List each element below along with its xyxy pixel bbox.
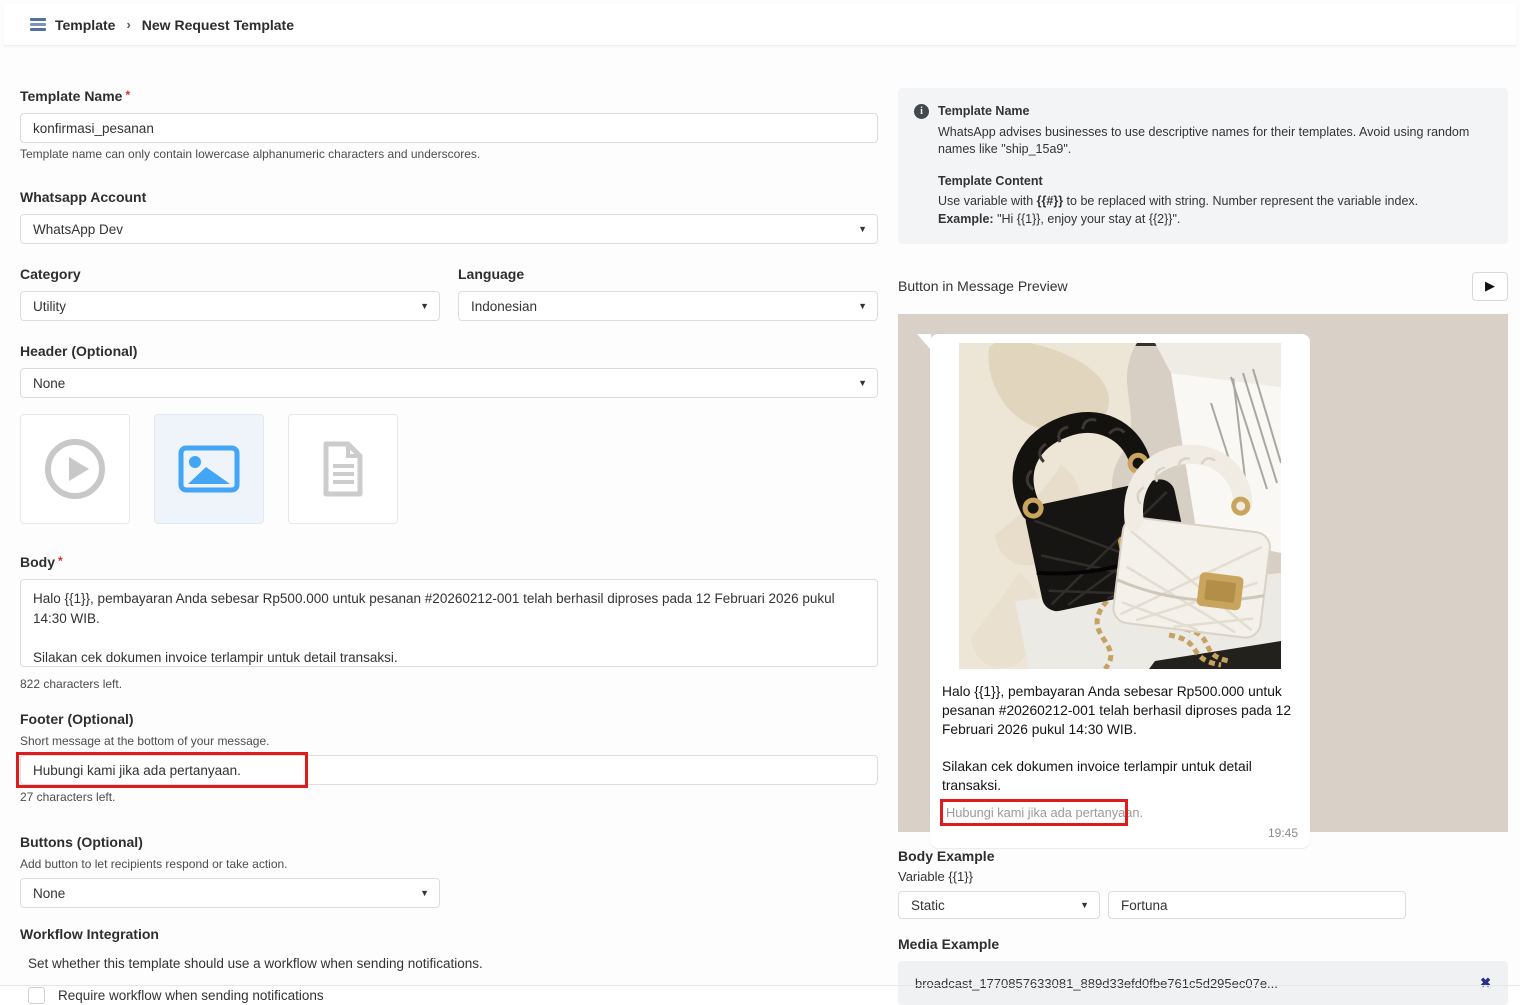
buttons-helper: Add button to let recipients respond or … [20, 857, 878, 871]
chevron-down-icon: ▼ [420, 301, 429, 311]
footer-label: Footer (Optional) [20, 711, 878, 727]
body-example-title: Body Example [898, 848, 1508, 864]
variable-value-input[interactable] [1108, 891, 1406, 919]
footer-input[interactable] [20, 755, 878, 785]
info-icon: i [914, 104, 929, 119]
workflow-integration-label: Workflow Integration [20, 926, 878, 942]
language-select[interactable]: Indonesian ▼ [458, 291, 878, 321]
language-label: Language [458, 266, 878, 282]
chevron-down-icon: ▼ [858, 224, 867, 234]
bottom-divider [0, 985, 1520, 986]
buttons-select[interactable]: None ▼ [20, 878, 440, 908]
preview-message-body: Halo {{1}}, pembayaran Anda sebesar Rp50… [942, 682, 1298, 795]
chevron-down-icon: ▼ [858, 378, 867, 388]
template-form: Template Name* Template name can only co… [20, 88, 878, 1004]
info-example-text: Example: "Hi {{1}}, enjoy your stay at {… [938, 211, 1490, 229]
breadcrumb-section[interactable]: Template [55, 17, 115, 33]
preview-footer-text: Hubungi kami jika ada pertanyaan. [942, 802, 1298, 824]
info-template-content-text: Use variable with {{#}} to be replaced w… [938, 193, 1490, 211]
require-workflow-label: Require workflow when sending notificati… [58, 988, 324, 1003]
require-workflow-checkbox[interactable] [28, 987, 45, 1004]
preview-body-paragraph: Halo {{1}}, pembayaran Anda sebesar Rp50… [942, 682, 1298, 739]
preview-message-time: 19:45 [940, 826, 1300, 840]
required-asterisk: * [125, 88, 130, 102]
workflow-checkbox-row: Require workflow when sending notificati… [28, 987, 878, 1004]
menu-icon[interactable] [30, 18, 46, 31]
chevron-down-icon: ▼ [420, 888, 429, 898]
page-title: New Request Template [142, 17, 294, 33]
category-select[interactable]: Utility ▼ [20, 291, 440, 321]
media-type-video-button[interactable] [20, 414, 130, 524]
variable-type-select[interactable]: Static ▼ [898, 891, 1100, 919]
info-template-content-title: Template Content [938, 173, 1490, 191]
chat-bubble: Halo {{1}}, pembayaran Anda sebesar Rp50… [930, 334, 1310, 848]
whatsapp-account-select[interactable]: WhatsApp Dev ▼ [20, 214, 878, 244]
play-preview-button[interactable]: ▶ [1472, 272, 1508, 301]
bubble-tail [917, 334, 931, 350]
whatsapp-account-label: Whatsapp Account [20, 189, 878, 205]
media-file-box: broadcast_1770857633081_889d33efd0fbe761… [898, 961, 1508, 1005]
footer-helper: Short message at the bottom of your mess… [20, 734, 878, 748]
document-icon [318, 440, 368, 498]
media-filename: broadcast_1770857633081_889d33efd0fbe761… [915, 976, 1278, 991]
info-template-name-title: Template Name [938, 103, 1490, 121]
buttons-label: Buttons (Optional) [20, 834, 878, 850]
chevron-down-icon: ▼ [1080, 900, 1089, 910]
media-example-title: Media Example [898, 936, 1508, 952]
workflow-helper: Set whether this template should use a w… [28, 956, 878, 971]
preview-title: Button in Message Preview [898, 278, 1068, 294]
message-preview-area: Halo {{1}}, pembayaran Anda sebesar Rp50… [898, 314, 1508, 832]
preview-body-paragraph: Silakan cek dokumen invoice terlampir un… [942, 757, 1298, 795]
media-type-image-button[interactable] [154, 414, 264, 524]
preview-product-image [959, 343, 1281, 669]
remove-media-icon[interactable]: ✖ [1480, 975, 1491, 991]
required-asterisk: * [58, 554, 63, 568]
header-media-type-row [20, 414, 878, 524]
body-label: Body* [20, 554, 878, 570]
template-name-label: Template Name* [20, 88, 878, 104]
preview-footer-wrap: Hubungi kami jika ada pertanyaan. [942, 802, 1298, 824]
category-label: Category [20, 266, 440, 282]
body-textarea[interactable]: Halo {{1}}, pembayaran Anda sebesar Rp50… [20, 579, 878, 667]
template-name-helper: Template name can only contain lowercase… [20, 147, 878, 161]
info-template-name-text: WhatsApp advises businesses to use descr… [938, 124, 1490, 159]
footer-chars-left: 27 characters left. [20, 790, 878, 804]
new-request-template-page: Template › New Request Template Template… [0, 0, 1520, 988]
play-icon: ▶ [1485, 278, 1495, 294]
play-circle-icon [42, 436, 108, 502]
info-box: i Template Name WhatsApp advises busines… [898, 88, 1508, 244]
media-type-document-button[interactable] [288, 414, 398, 524]
preview-panel: i Template Name WhatsApp advises busines… [898, 88, 1508, 1005]
body-chars-left: 822 characters left. [20, 677, 878, 691]
image-icon [178, 445, 240, 493]
header-select[interactable]: None ▼ [20, 368, 878, 398]
breadcrumb: Template › New Request Template [4, 4, 1516, 46]
template-name-input[interactable] [20, 113, 878, 143]
variable-label: Variable {{1}} [898, 869, 1508, 884]
chevron-down-icon: ▼ [858, 301, 867, 311]
chevron-right-icon: › [126, 17, 130, 32]
header-label: Header (Optional) [20, 343, 878, 359]
